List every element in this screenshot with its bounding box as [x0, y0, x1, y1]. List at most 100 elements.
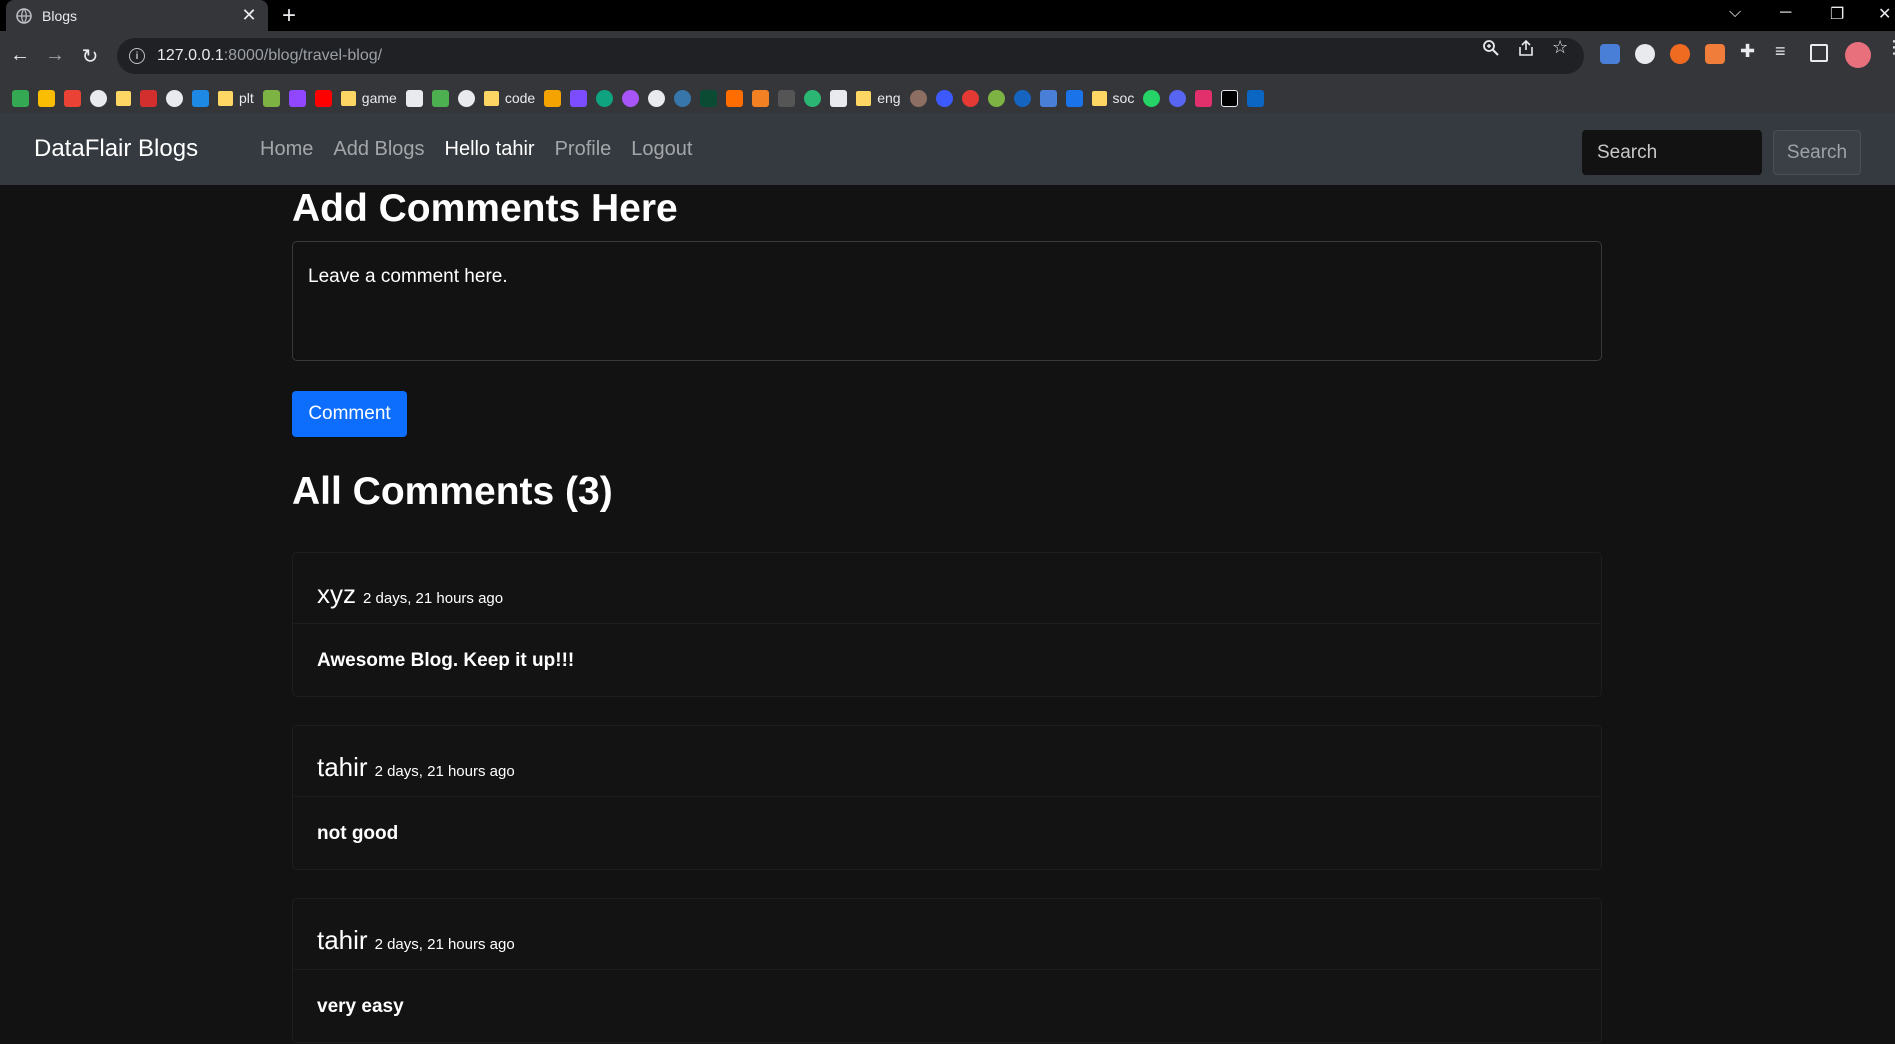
bookmark-icon[interactable]: [140, 89, 157, 107]
bookmark-icon[interactable]: [1065, 89, 1083, 107]
stackoverflow-icon[interactable]: [752, 89, 770, 107]
address-bar[interactable]: i 127.0.0.1:8000/blog/travel-blog/: [117, 38, 1584, 74]
maps-icon[interactable]: [12, 89, 29, 107]
bookmark-icon[interactable]: [804, 89, 822, 107]
folder-icon[interactable]: [116, 90, 131, 106]
star-icon[interactable]: ☆: [1552, 37, 1568, 58]
all-comments-heading: All Comments (3): [292, 470, 613, 513]
django-icon[interactable]: [700, 89, 718, 107]
bookmark-icon[interactable]: [544, 89, 562, 107]
comment-textarea[interactable]: [292, 241, 1602, 361]
extension-icon[interactable]: [1635, 44, 1655, 64]
comment-author: xyz: [317, 579, 356, 609]
chatgpt-icon[interactable]: [596, 89, 614, 107]
bookmark-icon[interactable]: [405, 89, 423, 107]
bookmark-icon[interactable]: [262, 89, 280, 107]
browser-tab-bar: Blogs ✕ + ⌵ ─ ❐ ✕: [0, 0, 1895, 31]
search-input[interactable]: [1582, 130, 1762, 175]
restore-icon[interactable]: ❐: [1830, 4, 1844, 24]
close-icon[interactable]: ✕: [240, 5, 258, 26]
chevron-down-icon[interactable]: ⌵: [1729, 4, 1741, 22]
python-icon[interactable]: [674, 89, 692, 107]
back-icon[interactable]: ←: [8, 44, 32, 67]
bookmark-icon[interactable]: [830, 89, 848, 107]
add-comments-heading: Add Comments Here: [292, 187, 678, 230]
reload-icon[interactable]: ↻: [78, 44, 102, 69]
reading-list-icon[interactable]: ≡: [1775, 41, 1795, 61]
nav-link-add-blogs[interactable]: Add Blogs: [333, 138, 424, 161]
globe-icon[interactable]: [90, 89, 107, 107]
bookmark-icon[interactable]: [961, 89, 979, 107]
github-icon[interactable]: [648, 89, 666, 107]
menu-icon[interactable]: ⋮: [1885, 37, 1895, 58]
discord-icon[interactable]: [1169, 89, 1187, 107]
side-panel-icon[interactable]: [1810, 44, 1828, 62]
browser-tab[interactable]: Blogs ✕: [6, 0, 268, 31]
nav-link-logout[interactable]: Logout: [631, 138, 692, 161]
comment-timestamp: 2 days, 21 hours ago: [363, 589, 504, 607]
nav-link-profile[interactable]: Profile: [555, 138, 612, 161]
url-host: 127.0.0.1: [157, 47, 224, 64]
comment-card: xyz 2 days, 21 hours ago Awesome Blog. K…: [292, 552, 1602, 697]
keep-icon[interactable]: [38, 89, 55, 107]
bookmark-icon[interactable]: [935, 89, 953, 107]
bookmark-folder[interactable]: soc: [1091, 90, 1134, 106]
new-tab-button[interactable]: +: [282, 2, 296, 30]
bookmark-icon[interactable]: [192, 89, 209, 107]
bookmark-icon[interactable]: [622, 89, 640, 107]
bookmark-icon[interactable]: [570, 89, 588, 107]
nav-link-home[interactable]: Home: [260, 138, 313, 161]
folder-icon: [856, 90, 872, 106]
comment-header: xyz 2 days, 21 hours ago: [293, 553, 1601, 624]
bookmark-icon[interactable]: [1013, 89, 1031, 107]
avatar[interactable]: [1845, 42, 1871, 68]
nav-link-hello-user[interactable]: Hello tahir: [445, 138, 535, 161]
bookmark-icon[interactable]: [166, 89, 183, 107]
bookmark-icon[interactable]: [987, 89, 1005, 107]
bookmark-folder[interactable]: plt: [218, 90, 254, 106]
youtube-icon[interactable]: [314, 89, 332, 107]
site-navbar: DataFlair Blogs Home Add Blogs Hello tah…: [0, 113, 1895, 185]
bookmark-folder[interactable]: game: [340, 90, 397, 106]
comment-text: not good: [317, 823, 399, 844]
comment-header: tahir 2 days, 21 hours ago: [293, 899, 1601, 970]
puzzle-icon[interactable]: ✚: [1740, 41, 1760, 61]
bookmark-folder[interactable]: eng: [856, 90, 901, 106]
translate-icon[interactable]: [1039, 89, 1057, 107]
bookmark-folder[interactable]: code: [483, 90, 535, 106]
gmail-icon[interactable]: [64, 89, 81, 107]
search-button[interactable]: Search: [1773, 130, 1861, 175]
minimize-icon[interactable]: ─: [1780, 4, 1791, 22]
twitch-icon[interactable]: [288, 89, 306, 107]
bookmark-icon[interactable]: [778, 89, 796, 107]
bookmark-icon[interactable]: [909, 89, 927, 107]
whatsapp-icon[interactable]: [1143, 89, 1161, 107]
zoom-icon[interactable]: [1482, 39, 1500, 62]
x-icon[interactable]: [1221, 89, 1239, 107]
extension-icon[interactable]: [1670, 44, 1690, 64]
folder-icon: [340, 90, 356, 106]
tab-title: Blogs: [42, 7, 78, 24]
instagram-icon[interactable]: [1195, 89, 1213, 107]
brand-logo[interactable]: DataFlair Blogs: [34, 135, 198, 163]
bookmark-icon[interactable]: [457, 89, 475, 107]
browser-toolbar: ← → ↻ i 127.0.0.1:8000/blog/travel-blog/…: [0, 31, 1895, 113]
info-icon[interactable]: i: [129, 48, 145, 64]
comment-text: Awesome Blog. Keep it up!!!: [317, 650, 575, 671]
folder-icon: [218, 90, 233, 106]
comment-text: very easy: [317, 996, 404, 1017]
comment-timestamp: 2 days, 21 hours ago: [374, 935, 515, 953]
linkedin-icon[interactable]: [1247, 89, 1265, 107]
comment-card: tahir 2 days, 21 hours ago not good: [292, 725, 1602, 870]
bookmark-icon[interactable]: [431, 89, 449, 107]
bookmark-icon[interactable]: [726, 89, 744, 107]
url-path: :8000/blog/travel-blog/: [223, 47, 383, 64]
translate-extension-icon[interactable]: [1600, 44, 1620, 64]
comment-card: tahir 2 days, 21 hours ago very easy: [292, 898, 1602, 1043]
window-close-icon[interactable]: ✕: [1878, 4, 1891, 24]
extension-icon[interactable]: [1705, 44, 1725, 64]
share-icon[interactable]: [1517, 39, 1535, 62]
comment-header: tahir 2 days, 21 hours ago: [293, 726, 1601, 797]
forward-icon[interactable]: →: [43, 44, 67, 67]
comment-button[interactable]: Comment: [292, 391, 407, 437]
